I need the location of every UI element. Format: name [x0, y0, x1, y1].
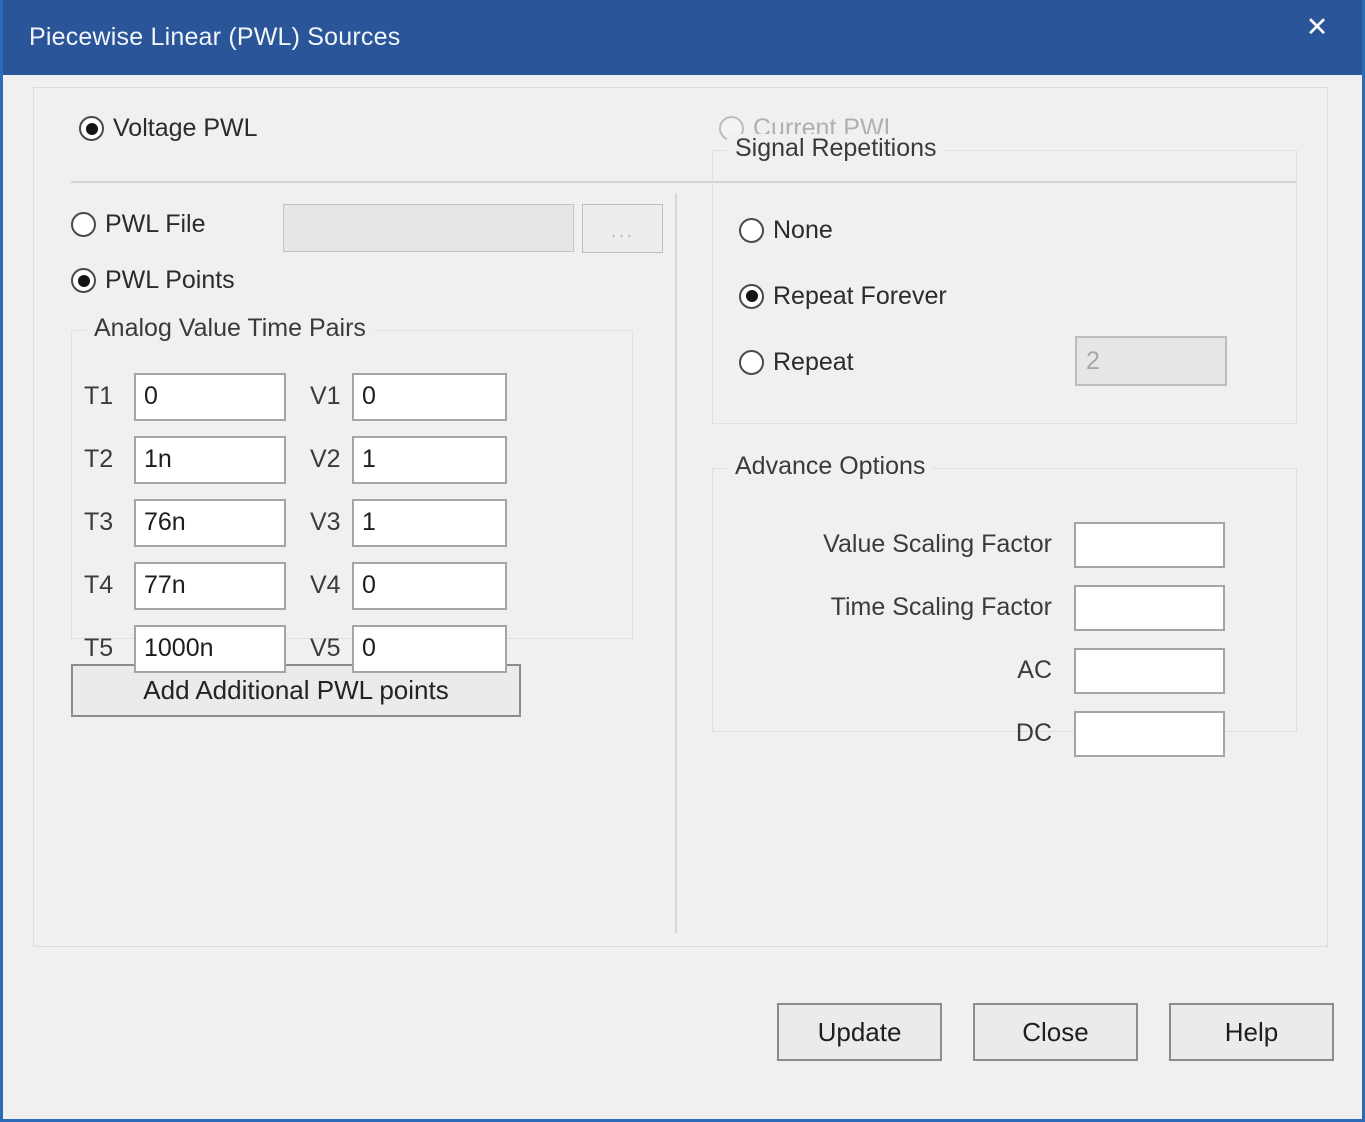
analog-pairs-rows: T1 0 V1 0 T2 1n V2 1 T3 76n V3 1 T4 77n …	[72, 365, 632, 680]
t2-input[interactable]: 1n	[134, 435, 286, 484]
time-scaling-factor-input[interactable]	[1074, 584, 1225, 631]
pair-row: T4 77n V4 0	[72, 554, 632, 617]
radio-repeat-forever-label: Repeat Forever	[773, 281, 947, 310]
radio-dot-icon	[79, 116, 104, 141]
t1-input[interactable]: 0	[134, 372, 286, 421]
radio-repetition-none[interactable]: None	[739, 216, 833, 245]
dialog-footer: Update Close Help	[777, 1003, 1334, 1061]
radio-dot-icon	[739, 283, 764, 309]
t5-input[interactable]: 1000n	[134, 624, 286, 673]
dialog-body: Voltage PWL Current PWL PWL File ... PWL…	[3, 75, 1362, 1119]
signal-repetitions-group: Signal Repetitions None Repeat Forever R…	[712, 134, 1297, 424]
main-panel: Voltage PWL Current PWL PWL File ... PWL…	[33, 87, 1328, 947]
v3-input[interactable]: 1	[352, 498, 507, 547]
column-divider	[675, 193, 677, 933]
t3-input[interactable]: 76n	[134, 498, 286, 547]
time-scaling-factor-label: Time Scaling Factor	[830, 593, 1052, 621]
pair-row: T5 1000n V5 0	[72, 617, 632, 680]
v2-label: V2	[310, 445, 341, 473]
radio-dot-icon	[739, 349, 764, 375]
radio-dot-icon	[739, 217, 764, 243]
v3-label: V3	[310, 508, 341, 536]
advance-option-row: Value Scaling Factor	[713, 513, 1296, 576]
t2-label: T2	[84, 445, 114, 473]
advance-option-row: AC	[713, 639, 1296, 702]
pwl-points-row: PWL Points	[71, 260, 666, 318]
radio-voltage-pwl-label: Voltage PWL	[113, 114, 258, 142]
advance-options-title: Advance Options	[727, 452, 934, 481]
advance-option-row: DC	[713, 702, 1296, 765]
pwl-sources-dialog: Piecewise Linear (PWL) Sources ✕ Voltage…	[0, 0, 1365, 1122]
pair-row: T1 0 V1 0	[72, 365, 632, 428]
repetition-option-row: Repeat 2	[739, 329, 1227, 395]
signal-repetitions-options: None Repeat Forever Repeat 2	[739, 197, 1227, 395]
radio-repeat-count[interactable]: Repeat	[739, 348, 854, 377]
t5-label: T5	[84, 634, 114, 662]
dialog-titlebar: Piecewise Linear (PWL) Sources ✕	[3, 0, 1362, 75]
analog-value-time-pairs-group: Analog Value Time Pairs T1 0 V1 0 T2 1n …	[71, 314, 633, 673]
repetition-option-row: None	[739, 197, 947, 263]
pwl-file-input	[283, 204, 574, 252]
pair-row: T2 1n V2 1	[72, 428, 632, 491]
signal-repetitions-title: Signal Repetitions	[727, 134, 945, 163]
v2-input[interactable]: 1	[352, 435, 507, 484]
radio-voltage-pwl[interactable]: Voltage PWL	[79, 114, 258, 143]
radio-pwl-points-label: PWL Points	[105, 266, 235, 294]
dc-input[interactable]	[1074, 710, 1225, 757]
close-button[interactable]: Close	[973, 1003, 1138, 1061]
value-scaling-factor-input[interactable]	[1074, 521, 1225, 568]
v1-input[interactable]: 0	[352, 372, 507, 421]
pair-row: T3 76n V3 1	[72, 491, 632, 554]
radio-dot-icon	[71, 268, 96, 293]
radio-dot-icon	[71, 212, 96, 237]
radio-repeat-forever[interactable]: Repeat Forever	[739, 282, 947, 311]
radio-pwl-file[interactable]: PWL File	[71, 210, 205, 239]
repetition-option-row: Repeat Forever	[739, 263, 947, 329]
close-icon[interactable]: ✕	[1300, 10, 1334, 44]
ac-input[interactable]	[1074, 647, 1225, 694]
v5-input[interactable]: 0	[352, 624, 507, 673]
v5-label: V5	[310, 634, 341, 662]
update-button[interactable]: Update	[777, 1003, 942, 1061]
v4-label: V4	[310, 571, 341, 599]
radio-pwl-file-label: PWL File	[105, 210, 206, 238]
dc-label: DC	[1015, 719, 1052, 747]
browse-file-button: ...	[582, 204, 663, 253]
repeat-count-input: 2	[1075, 336, 1227, 386]
t1-label: T1	[84, 382, 114, 410]
help-button[interactable]: Help	[1169, 1003, 1334, 1061]
pwl-file-row: PWL File ...	[71, 198, 666, 260]
radio-repeat-count-label: Repeat	[773, 347, 854, 376]
right-column: Signal Repetitions None Repeat Forever R…	[712, 134, 1297, 757]
advance-option-row: Time Scaling Factor	[713, 576, 1296, 639]
value-scaling-factor-label: Value Scaling Factor	[823, 530, 1052, 558]
left-column: PWL File ... PWL Points Analog Value Tim…	[71, 198, 666, 717]
v1-label: V1	[310, 382, 341, 410]
ac-label: AC	[1017, 656, 1052, 684]
t3-label: T3	[84, 508, 114, 536]
dialog-title: Piecewise Linear (PWL) Sources	[29, 23, 401, 51]
analog-pairs-title: Analog Value Time Pairs	[86, 314, 374, 343]
advance-options-fields: Value Scaling Factor Time Scaling Factor…	[713, 513, 1296, 765]
t4-label: T4	[84, 571, 114, 599]
radio-pwl-points[interactable]: PWL Points	[71, 266, 235, 295]
radio-repetition-none-label: None	[773, 215, 833, 244]
t4-input[interactable]: 77n	[134, 561, 286, 610]
advance-options-group: Advance Options Value Scaling Factor Tim…	[712, 452, 1297, 757]
v4-input[interactable]: 0	[352, 561, 507, 610]
